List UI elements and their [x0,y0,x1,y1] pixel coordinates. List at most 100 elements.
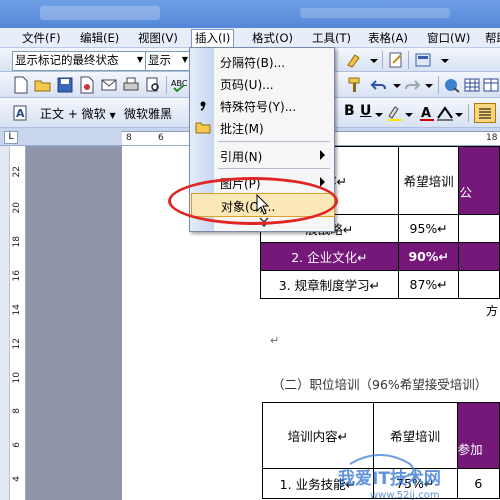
menu-edit[interactable]: 编辑(E) [80,30,119,46]
menu-view[interactable]: 视图(V) [138,30,178,46]
print-icon[interactable] [122,76,140,94]
table-cell[interactable] [458,214,500,243]
undo-icon[interactable] [370,76,388,94]
table-cell[interactable]: 95%↵ [397,214,460,243]
chevron-down-icon: ▼ [136,55,144,64]
edit-document-icon[interactable] [387,51,405,69]
cell-text: 95%↵ [409,221,448,236]
table-cell[interactable]: 希望培训 [397,146,460,215]
justify-align-icon[interactable] [474,103,496,123]
menu-insert[interactable]: 插入(I) [191,29,235,49]
font-color-icon[interactable]: A [418,104,436,122]
cut-off-text: 方 [486,304,499,318]
redo-icon[interactable] [403,76,421,94]
menu-help[interactable]: 帮助 [485,30,500,46]
tables-borders-icon[interactable] [463,76,481,94]
cell-text: 2. 企业文化↵ [291,250,368,265]
reviewing-pane-icon[interactable] [414,51,432,69]
table-cell[interactable]: 公 [458,146,500,215]
ruler-number: 16 [12,270,22,282]
hyperlink-icon[interactable] [443,76,461,94]
bold-button[interactable]: B [344,103,355,119]
highlight-color-icon[interactable] [386,104,404,122]
title-bar [0,0,500,28]
svg-text:A: A [16,107,25,120]
watermark-text: 我爱IT技术网 [338,468,441,489]
spelling-icon[interactable]: ABC [170,76,188,94]
menu-item-label: 特殊符号(Y)... [220,100,297,114]
ruler-number: 18 [12,236,22,248]
cell-text: 希望培训 [390,429,441,444]
font-value: 微软雅黑 [124,107,173,121]
style-value: 正文 + 微软 [40,107,106,121]
annotation-ellipse [168,177,338,225]
menu-item-comment[interactable]: 批注(M) [191,116,333,138]
table-cell[interactable] [458,242,500,271]
chevron-down-icon[interactable] [374,105,384,123]
ruler-number: 20 [12,202,22,214]
menu-item-label: 批注(M) [220,122,264,136]
menu-table[interactable]: 表格(A) [368,30,408,46]
ruler-number: 6 [158,133,164,143]
table-cell[interactable] [458,270,500,299]
section-heading[interactable]: （二）职位培训（96%希望接受培训） [272,374,487,393]
menu-item-page-numbers[interactable]: 页码(U)... [191,72,333,94]
email-icon[interactable] [100,76,118,94]
table-cell[interactable]: 2. 企业文化↵ [260,242,399,271]
page-gap [26,146,122,500]
cell-text: 90%↵ [408,249,449,264]
chevron-down-icon[interactable] [365,51,383,69]
markup-display-value: 显示标记的最终状态 [15,53,119,67]
ruler-number: 6 [12,442,22,448]
cell-text: 公 [459,185,472,200]
menu-format[interactable]: 格式(O) [252,30,293,46]
menu-item-label: 分隔符(B)... [220,56,286,70]
menu-item-special-symbols[interactable]: 特殊符号(Y)... [191,94,333,116]
save-icon[interactable] [56,76,74,94]
underline-button[interactable]: U [360,103,371,119]
permission-icon[interactable] [78,76,96,94]
comment-icon [195,122,211,134]
insert-table-icon[interactable] [482,76,500,94]
style-combo[interactable]: 正文 + 微软 ▼ [40,105,116,122]
menu-window[interactable]: 窗口(W) [427,30,470,46]
menu-item-reference[interactable]: 引用(N) [191,144,333,166]
chevron-down-icon[interactable] [436,51,454,69]
svg-text:ABC: ABC [171,79,188,88]
menu-item-label: 页码(U)... [220,78,274,92]
table-cell[interactable]: 87%↵ [397,270,460,299]
styles-pane-icon[interactable]: A [12,104,30,122]
show-value: 显示 [148,53,171,67]
chevron-down-icon: ▼ [109,111,116,120]
ruler-number: 18 [486,133,498,143]
ruler-number: 12 [12,338,22,350]
markup-display-combo[interactable]: 显示标记的最终状态 ▼ [12,51,146,71]
menu-file[interactable]: 文件(F) [22,30,61,46]
highlighter-icon[interactable] [345,51,363,69]
svg-text:A: A [421,106,431,121]
table-cell[interactable]: 3. 规章制度学习↵ [260,270,399,299]
vertical-ruler[interactable]: 22 20 18 16 14 12 10 8 6 4 [10,146,26,500]
print-preview-icon[interactable] [144,76,162,94]
chevron-down-icon[interactable] [454,105,464,123]
menu-item-label: 引用(N) [220,150,263,164]
ruler-number: 4 [12,476,22,482]
character-scaling-icon[interactable] [436,104,454,122]
left-margin [0,146,10,500]
ruler-number: 14 [12,304,22,316]
chevron-down-icon[interactable] [420,76,438,94]
table-cell[interactable]: 90%↵ [397,242,460,271]
tab-selector[interactable]: L [4,131,18,144]
show-combo[interactable]: 显示 ▼ [145,51,191,71]
cell-text: 希望培训 [403,174,454,189]
open-folder-icon[interactable] [34,76,52,94]
menu-tools[interactable]: 工具(T) [312,30,351,46]
menu-item-break[interactable]: 分隔符(B)... [191,50,333,72]
format-painter-icon[interactable] [346,76,364,94]
site-watermark: 我爱IT技术网 www.52ij.com [338,454,441,500]
ruler-number: 10 [12,372,22,384]
new-document-icon[interactable] [12,76,30,94]
font-combo[interactable]: 微软雅黑 [124,105,172,122]
comma-symbol-icon [200,101,206,111]
chevron-down-icon[interactable] [404,105,414,123]
